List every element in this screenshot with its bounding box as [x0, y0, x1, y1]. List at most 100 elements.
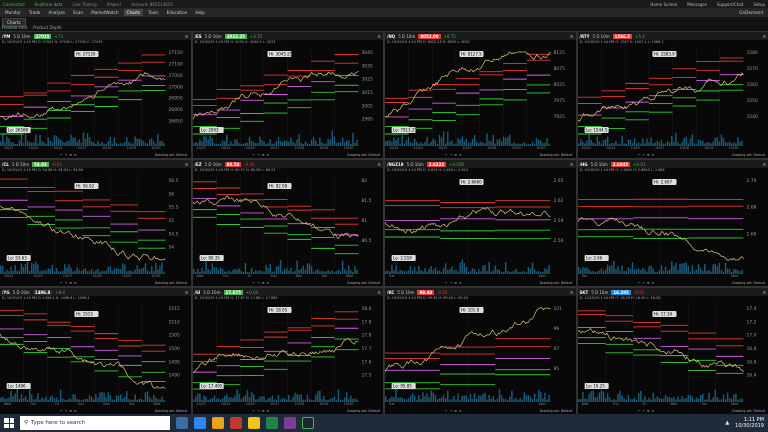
menu-item-education[interactable]: Education	[164, 9, 191, 16]
chart-controls[interactable]: ←→⊕⊖	[253, 409, 272, 413]
symbol-label[interactable]: /EZ	[195, 162, 202, 167]
chart-settings-icon[interactable]: ⚙	[570, 34, 574, 39]
chart-controls[interactable]: ←→⊕⊖	[445, 409, 464, 413]
live-trading-label[interactable]: Live Trading	[73, 2, 97, 7]
price-chart[interactable]: 82 81.5 81 80.5 Hi: 82.08 Lo: 80.35	[192, 174, 384, 274]
excel-icon[interactable]	[266, 417, 278, 429]
menu-item-tools[interactable]: Tools	[145, 9, 161, 16]
chart-panel[interactable]: /EZ 5 D 10m 80.54 -0.30 ⚙ D: 10/30/19 1:…	[192, 160, 384, 286]
menu-item-trade[interactable]: Trade	[26, 9, 43, 16]
chart-controls[interactable]: ←→⊕⊖	[638, 281, 657, 285]
period-label[interactable]: 5 D 10m	[205, 162, 222, 167]
menu-item-monitor[interactable]: Monitor	[2, 9, 24, 16]
task-view-icon[interactable]	[176, 417, 188, 429]
chart-controls[interactable]: ←→⊕⊖	[638, 409, 657, 413]
chart-controls[interactable]: ←→⊕⊖	[445, 153, 464, 157]
period-label[interactable]: 5 D 10m	[13, 290, 30, 295]
price-chart[interactable]: 2.65 2.62 2.59 2.56 Hi: 2.6660 Lo: 2.559	[385, 174, 576, 274]
thinkorswim-icon[interactable]	[302, 417, 314, 429]
period-label[interactable]: 5 D 10m	[203, 290, 220, 295]
home-screen-link[interactable]: Home Screen	[650, 2, 677, 7]
drawing-set-label[interactable]: Drawing set: Default	[540, 409, 573, 413]
drawing-set-label[interactable]: Drawing set: Default	[540, 153, 573, 157]
symbol-label[interactable]: /YG	[2, 290, 10, 295]
chart-panel[interactable]: /KC 5 D 10m 99.40 -0.55 ⚙ D: 10/30/19 1:…	[385, 288, 576, 414]
chart-settings-icon[interactable]: ⚙	[377, 34, 381, 39]
price-chart[interactable]: 17.4 17.2 17.0 16.8 16.6 16.4 Hi: 17.34 Lo: 16.…	[577, 302, 768, 402]
chart-controls[interactable]: ←→⊕⊖	[60, 153, 79, 157]
symbol-label[interactable]: /CL	[2, 162, 9, 167]
symbol-label[interactable]: /HG	[580, 162, 588, 167]
symbol-label[interactable]: /NQ	[387, 34, 395, 39]
period-label[interactable]: 5 D 10m	[12, 162, 29, 167]
chart-panel[interactable]: /SI 5 D 10m 17.875 +0.04 ⚙ D: 10/30/19 1…	[192, 288, 384, 414]
chart-settings-icon[interactable]: ⚙	[570, 290, 574, 295]
windows-start-icon[interactable]	[4, 418, 14, 428]
symbol-label[interactable]: /RTY	[580, 34, 590, 39]
drawing-set-label[interactable]: Drawing set: Default	[732, 409, 765, 413]
chart-panel[interactable]: /ES 5 D 10m 3033.25 +3.75 ⚙ D: 10/30/19 …	[192, 32, 384, 158]
drawing-set-label[interactable]: Drawing set: Default	[347, 409, 380, 413]
taskbar-search[interactable]: ⚲ Type here to search	[20, 416, 170, 430]
product-depth-link[interactable]: Product Depth	[33, 25, 62, 30]
setup-link[interactable]: Setup	[753, 2, 765, 7]
chart-settings-icon[interactable]: ⚙	[185, 162, 189, 167]
menu-item-marketwatch[interactable]: MarketWatch	[88, 9, 121, 16]
chart-panel[interactable]: /HG 5 D 10m 2.6845 +0.01 ⚙ D: 10/30/19 1…	[577, 160, 768, 286]
price-chart[interactable]: 18.0 17.9 17.8 17.7 17.6 17.5 Hi: 18.05 Lo: 17.…	[192, 302, 384, 402]
price-chart[interactable]: 1580 1570 1560 1550 1540 Hi: 1583.9 Lo: 1544.5	[577, 46, 768, 146]
chart-panel[interactable]: /YG 5 D 10m 1496.8 +8.4 ⚙ D: 10/30/19 1:…	[0, 288, 191, 414]
drawing-set-label[interactable]: Drawing set: Default	[155, 409, 188, 413]
chart-panel[interactable]: /RTY 5 D 10m 1566.5 +5.4 ⚙ D: 10/30/19 1…	[577, 32, 768, 158]
chart-panel[interactable]: SKT 5 D 10m 16.295 -0.91 ⚙ D: 10/29/19 1…	[577, 288, 768, 414]
period-label[interactable]: 5 D 10m	[205, 34, 222, 39]
chart-controls[interactable]: ←→⊕⊖	[638, 153, 657, 157]
chart-settings-icon[interactable]: ⚙	[762, 290, 766, 295]
menu-item-scan[interactable]: Scan	[70, 9, 86, 16]
messages-link[interactable]: Messages	[687, 2, 707, 7]
period-label[interactable]: 5 D 10m	[591, 290, 608, 295]
chart-panel[interactable]: /NQ 5 D 10m 8052.00 +8.75 ⚙ D: 10/30/19 …	[385, 32, 576, 158]
chrome-icon[interactable]	[248, 417, 260, 429]
menu-item-analyze[interactable]: Analyze	[45, 9, 68, 16]
price-chart[interactable]: 27150 27100 27050 27000 26950 26900 26850 Hi: 2…	[0, 46, 191, 146]
netflix-icon[interactable]	[230, 417, 242, 429]
period-label[interactable]: 5 D 10m	[398, 34, 415, 39]
chart-settings-icon[interactable]: ⚙	[185, 34, 189, 39]
chart-controls[interactable]: ←→⊕⊖	[60, 409, 79, 413]
edge-icon[interactable]	[194, 417, 206, 429]
chart-settings-icon[interactable]: ⚙	[377, 162, 381, 167]
symbol-label[interactable]: /YM	[2, 34, 10, 39]
chart-panel[interactable]: /YM 5 D 10m 27035 +73 ⚙ D: 10/30/19 1:10…	[0, 32, 191, 158]
network-icon[interactable]: ▲	[725, 420, 729, 426]
chart-controls[interactable]: ←→⊕⊖	[445, 281, 464, 285]
price-chart[interactable]: 2.70 2.68 2.66 Hi: 2.697 Lo: 2.66	[577, 174, 768, 274]
drawing-set-label[interactable]: Drawing set: Default	[347, 153, 380, 157]
support-chat-link[interactable]: Support/Chat	[717, 2, 744, 7]
period-label[interactable]: 5 D 10m	[407, 162, 424, 167]
period-label[interactable]: 5 D 10m	[13, 34, 30, 39]
chart-settings-icon[interactable]: ⚙	[377, 290, 381, 295]
drawing-set-label[interactable]: Drawing set: Default	[347, 281, 380, 285]
drawing-set-label[interactable]: Drawing set: Default	[732, 281, 765, 285]
symbol-label[interactable]: SKT	[580, 290, 589, 295]
period-label[interactable]: 5 D 10m	[397, 290, 414, 295]
app-icon[interactable]	[284, 417, 296, 429]
period-label[interactable]: 5 D 10m	[591, 162, 608, 167]
chart-settings-icon[interactable]: ⚙	[185, 290, 189, 295]
chart-panel[interactable]: /CL 5 D 10m 54.93 -0.61 ⚙ D: 10/30/19 1:…	[0, 160, 191, 286]
clock[interactable]: 1:11 PM 10/30/2019	[735, 417, 764, 429]
flexible-grid-link[interactable]: Flexible Grid	[2, 25, 27, 30]
file-explorer-icon[interactable]	[212, 417, 224, 429]
account-label[interactable]: Account: 865214650	[131, 2, 173, 7]
ondemand-button[interactable]: OnDemand	[736, 9, 766, 16]
symbol-label[interactable]: /SI	[195, 290, 201, 295]
symbol-label[interactable]: /NGZ19	[387, 162, 404, 167]
drawing-set-label[interactable]: Drawing set: Default	[732, 153, 765, 157]
menu-item-charts[interactable]: Charts	[123, 9, 144, 16]
symbol-label[interactable]: /KC	[387, 290, 394, 295]
period-label[interactable]: 5 D 10m	[593, 34, 610, 39]
price-chart[interactable]: 3045 3035 3025 3015 3005 2995 Hi: 3045.25 Lo: 2…	[192, 46, 384, 146]
chart-controls[interactable]: ←→⊕⊖	[60, 281, 79, 285]
chart-controls[interactable]: ←→⊕⊖	[253, 281, 272, 285]
